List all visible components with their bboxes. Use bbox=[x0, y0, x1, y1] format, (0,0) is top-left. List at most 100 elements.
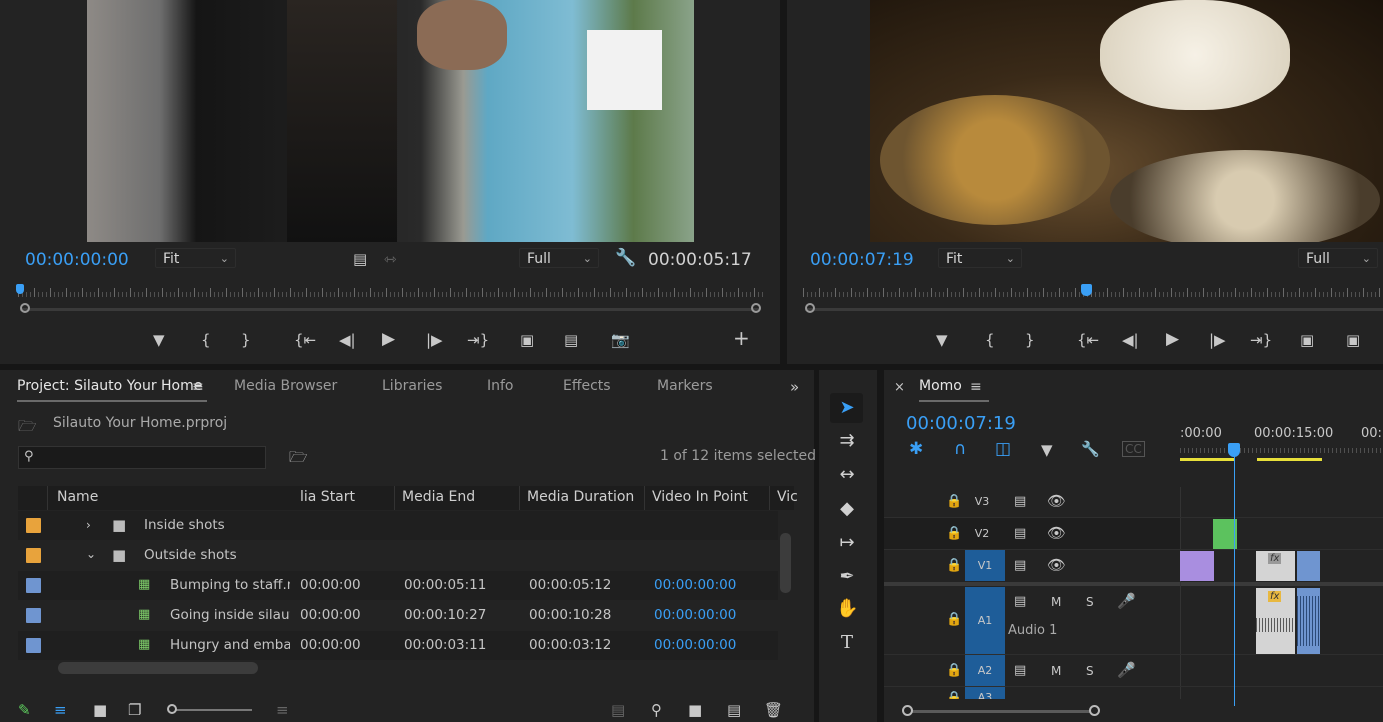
add-marker-icon[interactable]: ▼ bbox=[936, 331, 948, 349]
zoom-handle-left[interactable] bbox=[805, 303, 815, 313]
tab-libraries[interactable]: Libraries bbox=[382, 378, 442, 394]
camera-icon[interactable]: 📷 bbox=[611, 331, 630, 349]
lock-icon[interactable]: 🔒 bbox=[946, 611, 962, 629]
track-label[interactable]: V2 bbox=[966, 527, 998, 540]
tab-media-browser[interactable]: Media Browser bbox=[234, 378, 337, 394]
chevron-right-icon[interactable]: › bbox=[86, 516, 91, 534]
button-editor-plus-icon[interactable]: + bbox=[733, 328, 750, 348]
label-color-swatch[interactable] bbox=[26, 578, 41, 593]
play-icon[interactable]: ▶ bbox=[1166, 330, 1179, 348]
column-video-in-point[interactable]: Video In Point bbox=[652, 489, 748, 505]
timeline-clip-v1[interactable] bbox=[1180, 551, 1214, 581]
go-to-in-icon[interactable]: {⇤ bbox=[294, 331, 316, 349]
new-bin-icon[interactable]: ■ bbox=[688, 701, 702, 719]
track-label[interactable]: A2 bbox=[969, 664, 1001, 677]
video-in-point[interactable]: 00:00:00:00 bbox=[654, 607, 736, 623]
source-current-timecode[interactable]: 00:00:00:00 bbox=[25, 250, 129, 270]
solo-button[interactable]: S bbox=[1086, 664, 1094, 678]
sync-lock-icon[interactable]: ▤ bbox=[1014, 593, 1026, 611]
column-media-start[interactable]: lia Start bbox=[300, 489, 355, 505]
source-playhead[interactable] bbox=[16, 284, 24, 294]
insert-icon[interactable]: ▣ bbox=[520, 331, 534, 349]
lock-icon[interactable]: 🔒 bbox=[946, 662, 962, 680]
snap-in-icon[interactable]: ✱ bbox=[909, 440, 923, 458]
sync-lock-icon[interactable]: ▤ bbox=[1014, 493, 1026, 511]
work-area-bar[interactable] bbox=[1257, 458, 1322, 461]
timeline-clip-a1[interactable]: fx bbox=[1256, 588, 1295, 654]
go-to-out-icon[interactable]: ⇥} bbox=[467, 331, 489, 349]
label-color-swatch[interactable] bbox=[26, 638, 41, 653]
source-quality-dropdown[interactable]: Full ⌄ bbox=[519, 248, 599, 268]
sequence-tab-name[interactable]: Momo bbox=[919, 378, 962, 394]
lift-icon[interactable]: ▣ bbox=[1300, 331, 1314, 349]
selection-tool[interactable]: ➤ bbox=[830, 393, 863, 423]
freeform-view-icon[interactable]: ❐ bbox=[128, 701, 141, 719]
lock-icon[interactable]: 🔒 bbox=[946, 493, 962, 511]
new-item-icon[interactable]: ▤ bbox=[727, 701, 741, 719]
column-video-out-point[interactable]: Vic bbox=[777, 489, 798, 505]
label-color-swatch[interactable] bbox=[26, 518, 41, 533]
work-area-bar[interactable] bbox=[1180, 458, 1235, 461]
type-tool-icon[interactable]: T bbox=[836, 632, 858, 654]
list-item[interactable]: › ■ Inside shots bbox=[18, 511, 778, 540]
column-media-end[interactable]: Media End bbox=[402, 489, 475, 505]
list-item[interactable]: ⌄ ■ Outside shots bbox=[18, 541, 778, 570]
tab-info[interactable]: Info bbox=[487, 378, 514, 394]
panel-menu-icon[interactable]: ≡ bbox=[970, 378, 982, 396]
sync-lock-icon[interactable]: ▤ bbox=[1014, 557, 1026, 575]
zoom-handle-left[interactable] bbox=[902, 705, 913, 716]
add-marker-icon[interactable]: ▼ bbox=[1041, 441, 1053, 459]
eye-icon[interactable]: 👁 bbox=[1047, 524, 1066, 542]
tab-project[interactable]: Project: Silauto Your Home bbox=[17, 378, 202, 394]
film-icon[interactable]: ▤ bbox=[353, 250, 367, 268]
label-color-swatch[interactable] bbox=[26, 608, 41, 623]
icon-view-icon[interactable]: ■ bbox=[93, 701, 107, 719]
list-view-icon[interactable]: ≡ bbox=[54, 701, 67, 719]
mark-out-icon[interactable]: } bbox=[241, 331, 251, 349]
table-row[interactable]: ▦ Hungry and embarr 00:00:00 00:00:03:11… bbox=[18, 631, 778, 660]
timeline-ruler[interactable]: :00:00 00:00:15:00 00: bbox=[1180, 420, 1383, 464]
video-in-point[interactable]: 00:00:00:00 bbox=[654, 637, 736, 653]
drag-audio-icon[interactable]: ⇿ bbox=[384, 250, 397, 268]
table-row[interactable]: ▦ Going inside silaut 00:00:00 00:00:10:… bbox=[18, 601, 778, 630]
wrench-icon[interactable]: 🔧 bbox=[1081, 440, 1100, 458]
go-to-in-icon[interactable]: {⇤ bbox=[1077, 331, 1099, 349]
track-label[interactable]: V3 bbox=[966, 495, 998, 508]
source-zoom-bar[interactable] bbox=[20, 308, 760, 311]
find-bin-icon[interactable]: 🗁 bbox=[289, 448, 308, 466]
step-back-icon[interactable]: ◀| bbox=[1122, 331, 1139, 349]
pen-icon[interactable]: ✒ bbox=[836, 566, 858, 588]
timeline-clip-v1[interactable] bbox=[1297, 551, 1320, 581]
source-fit-dropdown[interactable]: Fit ⌄ bbox=[155, 248, 236, 268]
play-icon[interactable]: ▶ bbox=[382, 330, 395, 348]
timeline-clip-a1[interactable] bbox=[1297, 588, 1320, 654]
timeline-zoom-bar[interactable] bbox=[906, 710, 1096, 713]
track-select-icon[interactable]: ⇉ bbox=[836, 430, 858, 452]
sync-lock-icon[interactable]: ▤ bbox=[1014, 525, 1026, 543]
mark-in-icon[interactable]: { bbox=[201, 331, 211, 349]
close-icon[interactable]: × bbox=[894, 379, 905, 397]
pencil-icon[interactable]: ✎ bbox=[18, 701, 31, 719]
zoom-handle-right[interactable] bbox=[751, 303, 761, 313]
program-quality-dropdown[interactable]: Full ⌄ bbox=[1298, 248, 1378, 268]
solo-button[interactable]: S bbox=[1086, 595, 1094, 609]
lock-icon[interactable]: 🔒 bbox=[946, 525, 962, 543]
mark-in-icon[interactable]: { bbox=[985, 331, 995, 349]
track-label[interactable]: A3 bbox=[969, 691, 1001, 699]
magnet-icon[interactable]: ∩ bbox=[954, 440, 966, 458]
lock-icon[interactable]: 🔒 bbox=[946, 557, 962, 575]
eye-icon[interactable]: 👁 bbox=[1047, 556, 1066, 574]
lock-icon[interactable]: 🔒 bbox=[946, 690, 962, 699]
linked-selection-icon[interactable]: ◫ bbox=[995, 440, 1011, 458]
zoom-slider[interactable] bbox=[170, 709, 252, 711]
step-forward-icon[interactable]: |▶ bbox=[1209, 331, 1226, 349]
overwrite-icon[interactable]: ▤ bbox=[564, 331, 578, 349]
zoom-handle-right[interactable] bbox=[1089, 705, 1100, 716]
program-playhead[interactable] bbox=[1081, 284, 1092, 296]
go-to-out-icon[interactable]: ⇥} bbox=[1250, 331, 1272, 349]
track-label[interactable]: V1 bbox=[969, 559, 1001, 572]
razor-icon[interactable]: ◆ bbox=[836, 498, 858, 520]
column-name[interactable]: Name bbox=[57, 489, 98, 505]
mark-out-icon[interactable]: } bbox=[1025, 331, 1035, 349]
sort-icon[interactable]: ≡ bbox=[276, 701, 289, 719]
